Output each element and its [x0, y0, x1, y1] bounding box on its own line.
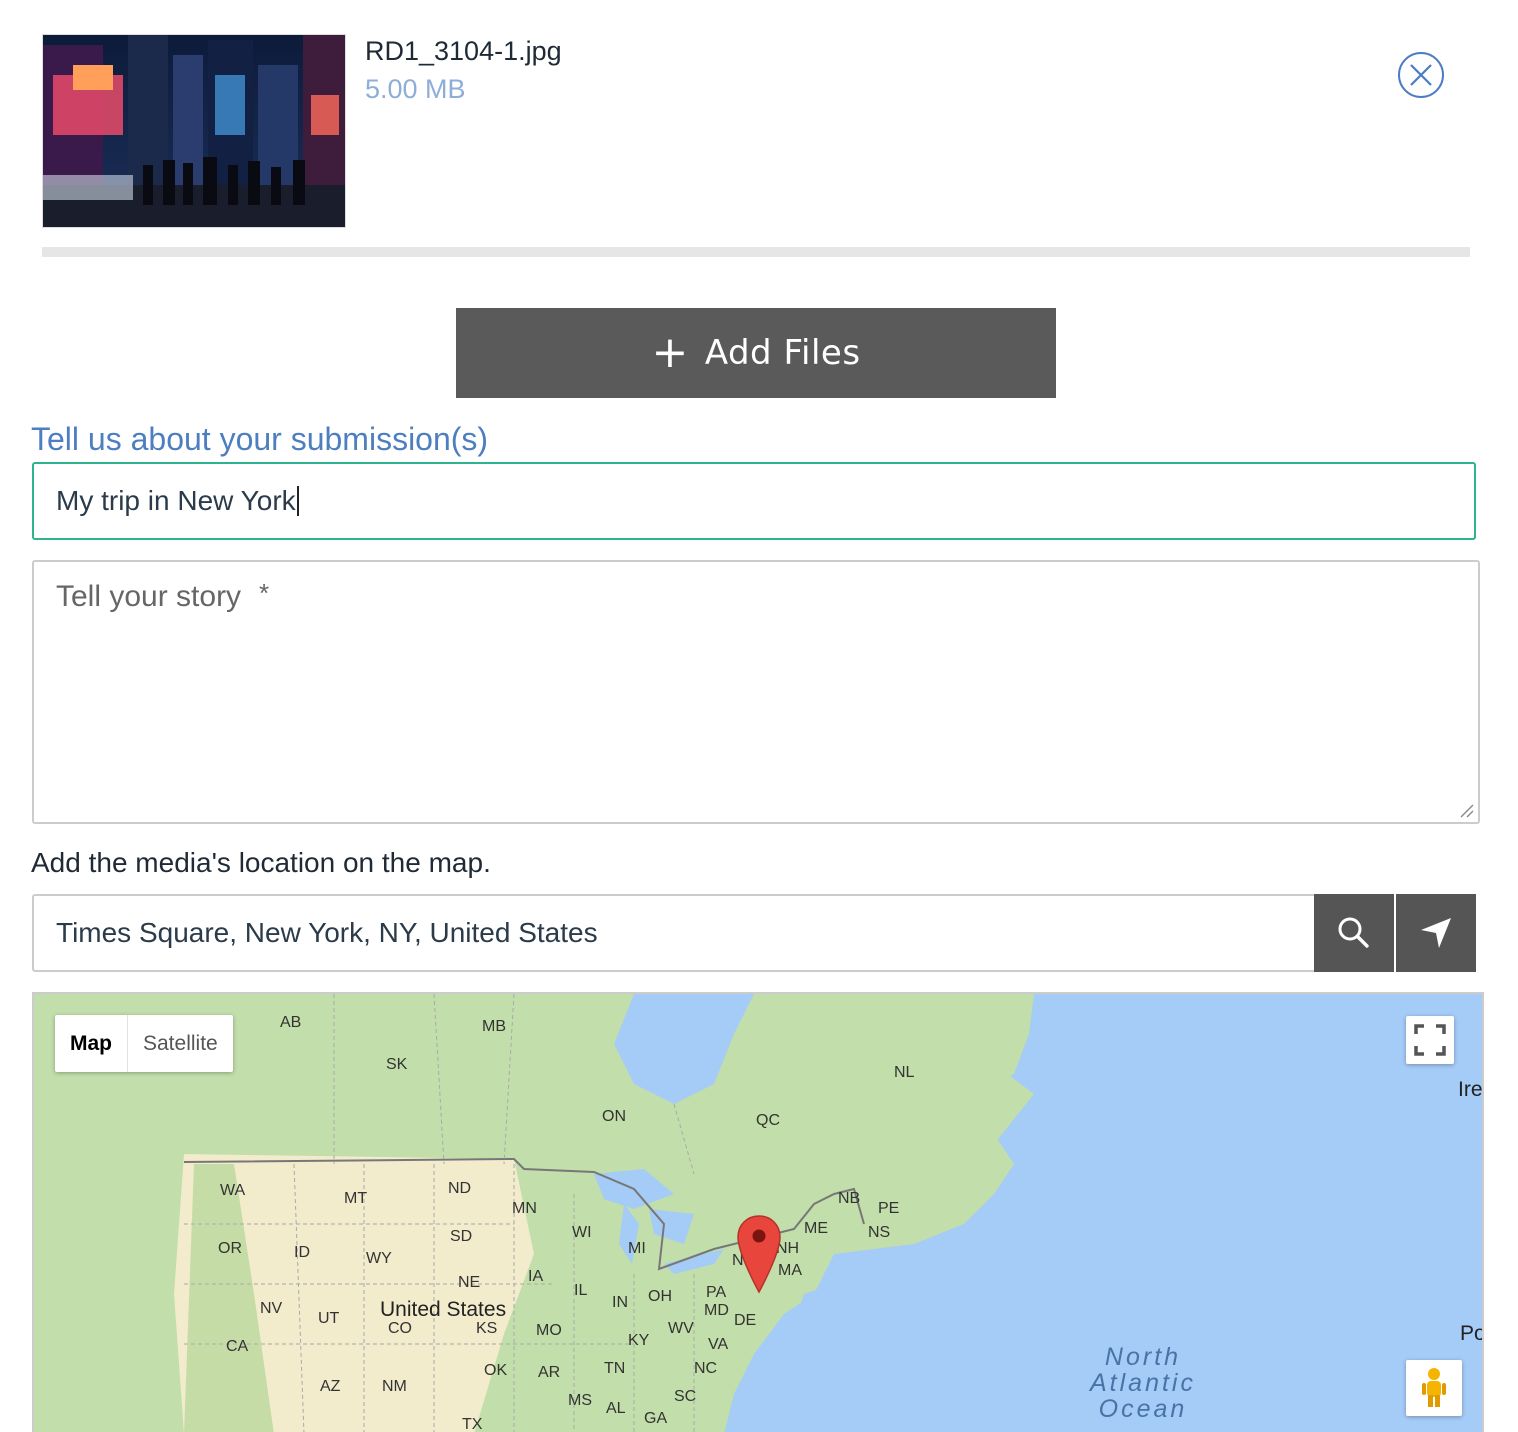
map-label: NL [894, 1064, 915, 1081]
file-name: RD1_3104-1.jpg [365, 36, 562, 66]
file-thumbnail [42, 34, 346, 228]
map-label: NV [260, 1300, 283, 1317]
map-label: MB [482, 1018, 506, 1035]
location-value: Times Square, New York, NY, United State… [56, 917, 598, 948]
map-label: ID [294, 1244, 310, 1261]
fullscreen-button[interactable] [1406, 1016, 1454, 1064]
map-label: MO [536, 1322, 562, 1339]
map-label: CA [226, 1338, 249, 1355]
map-pin-icon [737, 1215, 781, 1294]
map-label: AL [606, 1400, 626, 1417]
map-label: WI [572, 1224, 592, 1241]
my-location-button[interactable] [1396, 894, 1476, 972]
map-label: MT [344, 1190, 368, 1207]
map-label: NS [868, 1224, 891, 1241]
location-label: Add the media's location on the map. [31, 847, 491, 878]
submission-title-input[interactable]: My trip in New York [32, 462, 1476, 540]
map-label: WA [220, 1182, 246, 1199]
location-search-input[interactable]: Times Square, New York, NY, United State… [32, 894, 1316, 972]
map-label: MN [512, 1200, 537, 1217]
map-label: AB [280, 1014, 302, 1031]
ocean-label-line: Atlantic [1090, 1369, 1196, 1397]
map-label: NE [458, 1274, 481, 1291]
add-files-label: Add Files [704, 333, 861, 373]
map-label: TN [604, 1360, 626, 1377]
map-label: SD [450, 1228, 473, 1245]
map-label: TX [462, 1416, 483, 1432]
map-label: WV [668, 1320, 694, 1337]
upload-progress-bar [42, 247, 1470, 257]
map-label: SK [386, 1056, 408, 1073]
search-icon [1338, 917, 1369, 948]
map-label: KS [476, 1320, 498, 1337]
story-placeholder: Tell your story [56, 580, 242, 613]
map-type-satellite-button[interactable]: Satellite [128, 1015, 233, 1072]
fullscreen-icon [1414, 1024, 1446, 1056]
map-base [34, 994, 1482, 1432]
ocean-label: North Atlantic Ocean [1078, 1344, 1208, 1422]
map-label: MS [568, 1392, 592, 1409]
map-label: KY [628, 1332, 650, 1349]
close-icon [1410, 64, 1432, 86]
plus-icon: + [651, 327, 689, 378]
map-label: ND [448, 1180, 472, 1197]
map-label: AZ [320, 1378, 341, 1395]
ocean-label-line: North [1104, 1343, 1182, 1371]
file-size: 5.00 MB [365, 74, 466, 104]
map-label: OR [218, 1240, 242, 1257]
pegman-icon [1422, 1368, 1446, 1407]
map-label: DE [734, 1312, 757, 1329]
map-type-control: Map Satellite [55, 1015, 233, 1072]
map-label: IA [528, 1268, 544, 1285]
map-label: PA [706, 1284, 727, 1301]
location-map[interactable]: AB MB SK NL ON QC WA MT ND MN NB PE NS M… [32, 992, 1484, 1432]
map-label: VA [708, 1336, 729, 1353]
story-textarea[interactable]: Tell your story * [32, 560, 1480, 824]
edge-label: Ire [1458, 1078, 1483, 1101]
map-label: IL [574, 1282, 588, 1299]
map-label: NM [382, 1378, 407, 1395]
location-search-button[interactable] [1314, 894, 1394, 972]
map-label: NC [694, 1360, 718, 1377]
map-label: OH [648, 1288, 672, 1305]
street-view-button[interactable] [1406, 1360, 1462, 1416]
map-label: NB [838, 1190, 861, 1207]
map-label: WY [366, 1250, 392, 1267]
map-label: CO [388, 1320, 412, 1337]
map-label: PE [878, 1200, 900, 1217]
submission-title-value: My trip in New York [56, 485, 296, 516]
map-label: AR [538, 1364, 561, 1381]
resize-handle-icon[interactable] [1458, 802, 1474, 818]
map-label: IN [612, 1294, 628, 1311]
map-label: ME [804, 1220, 828, 1237]
ocean-label-line: Ocean [1098, 1395, 1188, 1423]
required-mark: * [259, 578, 270, 608]
map-label: MD [704, 1302, 729, 1319]
map-label: UT [318, 1310, 340, 1327]
edge-label: Po [1460, 1322, 1484, 1345]
map-label: ON [602, 1108, 626, 1125]
map-label: MI [628, 1240, 646, 1257]
text-caret [296, 486, 299, 516]
section-title: Tell us about your submission(s) [31, 421, 489, 457]
map-label: GA [644, 1410, 668, 1427]
country-label: United States [380, 1298, 507, 1321]
navigation-arrow-icon [1421, 918, 1451, 948]
map-type-map-button[interactable]: Map [55, 1015, 128, 1072]
remove-file-button[interactable] [1398, 52, 1444, 98]
map-label: SC [674, 1388, 697, 1405]
add-files-button[interactable]: + Add Files [456, 308, 1056, 398]
map-label: OK [484, 1362, 508, 1379]
map-label: QC [756, 1112, 780, 1129]
location-marker[interactable] [736, 1214, 782, 1299]
